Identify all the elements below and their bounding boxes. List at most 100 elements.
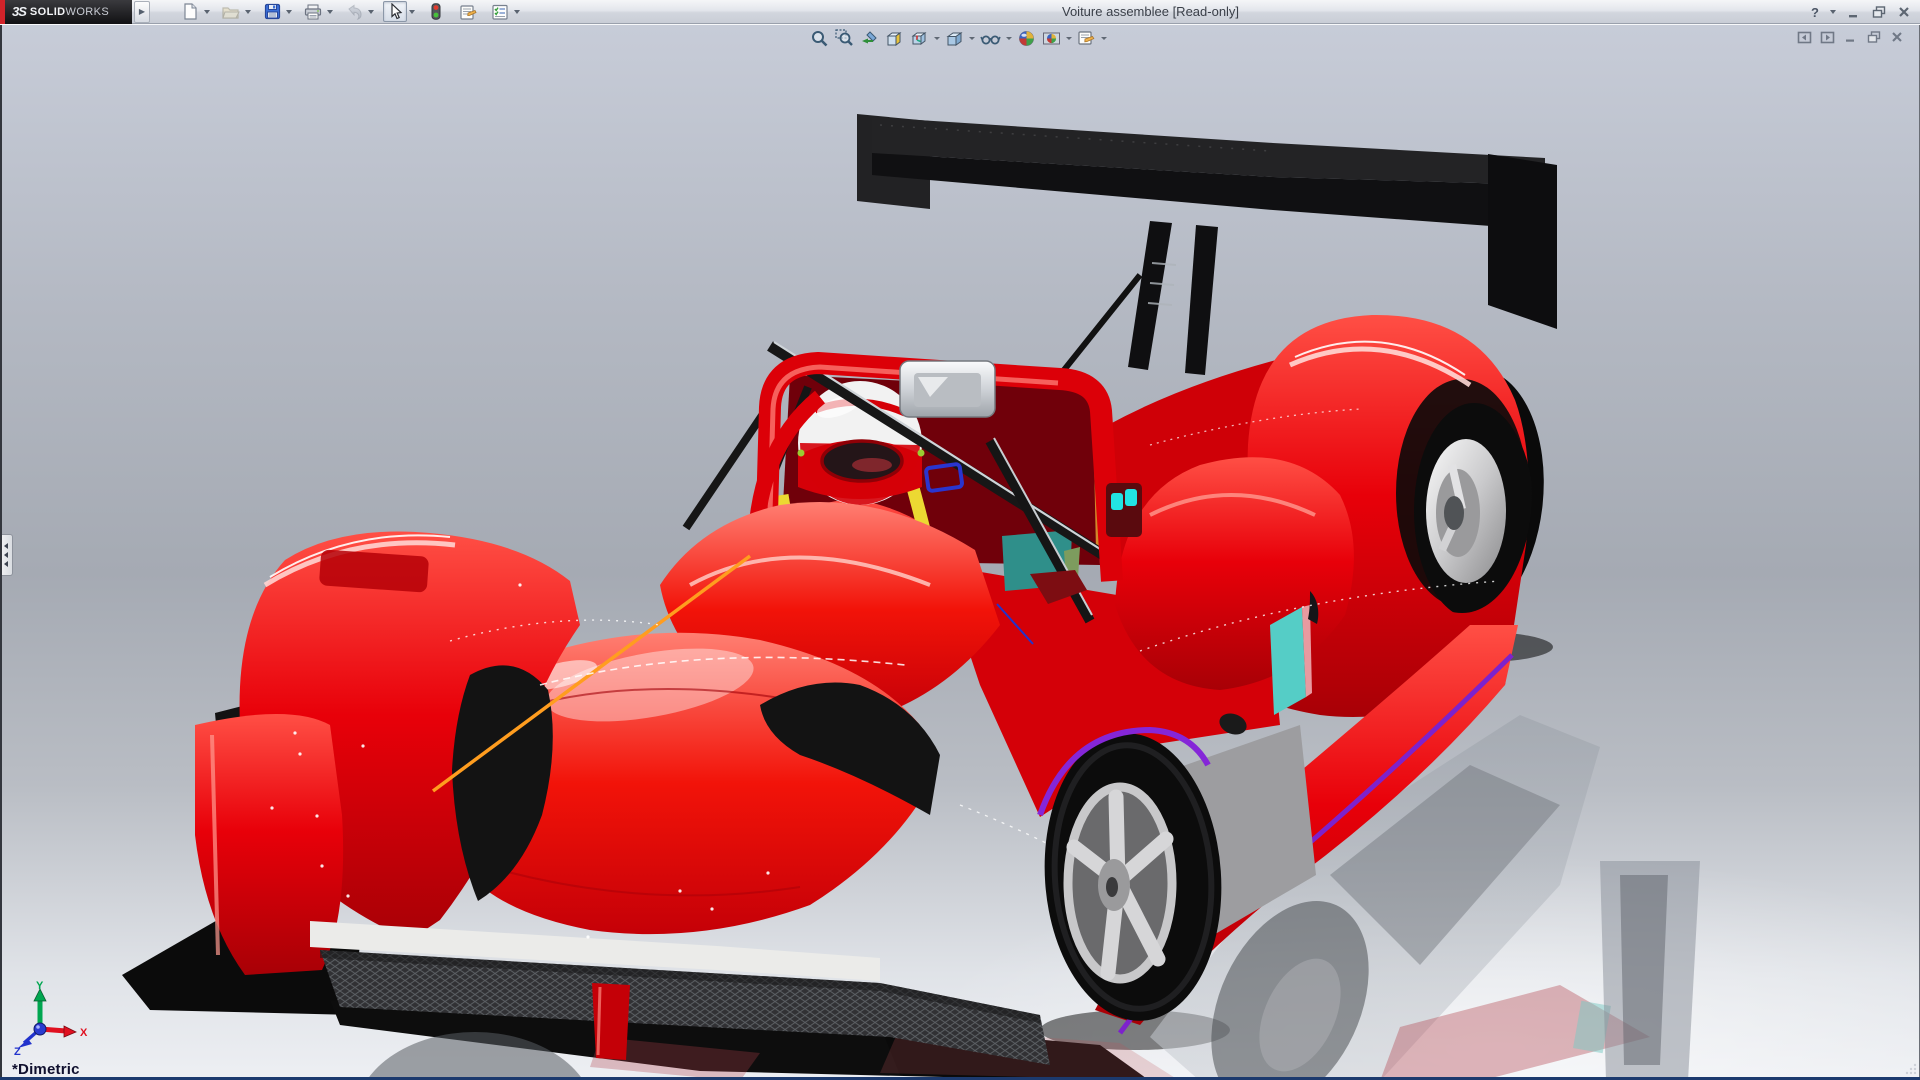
view-orientation-icon: [910, 29, 929, 48]
restore-button[interactable]: [1871, 4, 1887, 20]
restore-document-icon: [1867, 31, 1881, 43]
print-dropdown[interactable]: [325, 2, 334, 22]
new-document-icon: [182, 3, 199, 20]
eyeglasses-icon: [980, 29, 1001, 48]
file-properties-button[interactable]: [456, 1, 480, 22]
print-icon: [304, 4, 322, 20]
orientation-triad[interactable]: Z Y X: [6, 981, 96, 1057]
close-button[interactable]: [1896, 4, 1912, 20]
rebuild-traffic-light-icon: [431, 3, 441, 20]
new-document-button[interactable]: [178, 1, 202, 22]
triad-y-axis: Y: [34, 981, 46, 1029]
minimize-icon: [1848, 6, 1860, 18]
open-button[interactable]: [219, 1, 243, 22]
triad-x-axis: X: [40, 1026, 88, 1039]
zoom-to-fit-icon: [810, 29, 829, 48]
zoom-to-area-icon: [835, 29, 854, 48]
restore-document-button[interactable]: [1866, 30, 1881, 44]
help-dropdown[interactable]: [1828, 2, 1837, 22]
open-folder-icon: [222, 4, 240, 20]
minimize-document-button[interactable]: [1843, 30, 1858, 44]
undo-button[interactable]: [342, 1, 366, 22]
window-title: Voiture assemblee [Read-only]: [1062, 4, 1239, 19]
view-orientation-label: *Dimetric: [12, 1061, 80, 1078]
menu-expand-button[interactable]: ▶: [134, 1, 150, 23]
apply-scene-button[interactable]: [1040, 27, 1063, 49]
car-model-canvas[interactable]: [0, 25, 1920, 1080]
view-orientation-button[interactable]: [908, 27, 931, 49]
side-window[interactable]: [1270, 607, 1306, 715]
main-toolbar: [178, 1, 528, 22]
apply-scene-dropdown[interactable]: [1065, 37, 1073, 40]
section-view-icon: [885, 29, 904, 48]
svg-text:Z: Z: [14, 1046, 21, 1057]
collapse-arrow-icon: [4, 552, 8, 558]
collapse-arrow-icon: [4, 543, 8, 549]
triad-origin-highlight: [36, 1025, 40, 1029]
minimize-button[interactable]: [1846, 4, 1862, 20]
resize-grip[interactable]: [1903, 1063, 1917, 1075]
apply-scene-icon: [1042, 29, 1061, 48]
select-button[interactable]: [383, 1, 407, 22]
previous-view-button[interactable]: [858, 27, 881, 49]
3ds-logo-mark: 3S: [12, 4, 26, 19]
view-orientation-dropdown[interactable]: [933, 37, 941, 40]
view-settings-dropdown[interactable]: [1100, 37, 1108, 40]
print-button[interactable]: [301, 1, 325, 22]
close-document-button[interactable]: [1889, 30, 1904, 44]
restore-icon: [1872, 6, 1886, 18]
logo-name-bold: SOLID: [30, 6, 66, 18]
select-cursor-icon: [388, 3, 403, 20]
previous-pane-button[interactable]: [1797, 30, 1812, 44]
appearance-ball-icon: [1017, 29, 1036, 48]
save-dropdown[interactable]: [284, 2, 293, 22]
zoom-to-fit-button[interactable]: [808, 27, 831, 49]
close-document-icon: [1891, 31, 1903, 43]
help-button[interactable]: ?: [1811, 5, 1819, 20]
title-bar: 3S SOLIDWORKS ▶: [0, 0, 1920, 24]
design-checker-dropdown[interactable]: [512, 2, 521, 22]
display-style-dropdown[interactable]: [968, 37, 976, 40]
new-document-dropdown[interactable]: [202, 2, 211, 22]
edit-appearance-button[interactable]: [1015, 27, 1038, 49]
next-pane-icon: [1820, 31, 1835, 44]
zoom-to-area-button[interactable]: [833, 27, 856, 49]
checklist-icon: [491, 4, 509, 20]
triad-origin: [34, 1023, 46, 1035]
logo-name-light: WORKS: [66, 6, 110, 18]
note-icon: [459, 4, 477, 20]
save-icon: [264, 3, 281, 20]
viewport-border-left: [0, 25, 2, 1080]
previous-view-icon: [860, 29, 879, 48]
save-button[interactable]: [260, 1, 284, 22]
previous-pane-icon: [1797, 31, 1812, 44]
select-dropdown[interactable]: [407, 2, 416, 22]
mirror-housing: [900, 361, 995, 417]
headsup-view-toolbar: [808, 27, 1108, 49]
display-style-button[interactable]: [943, 27, 966, 49]
svg-text:X: X: [80, 1027, 88, 1039]
display-style-icon: [945, 29, 964, 48]
solidworks-logo: 3S SOLIDWORKS: [0, 0, 132, 24]
next-pane-button[interactable]: [1820, 30, 1835, 44]
document-window-controls: [1797, 30, 1904, 44]
svg-text:Y: Y: [36, 981, 44, 992]
hide-show-items-dropdown[interactable]: [1005, 37, 1013, 40]
view-settings-icon: [1077, 30, 1096, 47]
undo-icon: [345, 4, 363, 20]
solidworks-window: 3S SOLIDWORKS ▶: [0, 0, 1920, 1080]
window-controls: ?: [1811, 0, 1912, 24]
hide-show-items-button[interactable]: [978, 27, 1003, 49]
open-dropdown[interactable]: [243, 2, 252, 22]
view-settings-button[interactable]: [1075, 27, 1098, 49]
section-view-button[interactable]: [883, 27, 906, 49]
close-icon: [1898, 6, 1910, 18]
minimize-document-icon: [1845, 31, 1857, 43]
cyan-button-panel: [1106, 483, 1142, 537]
graphics-area[interactable]: Z Y X *Dimetric: [0, 24, 1920, 1080]
design-checker-button[interactable]: [488, 1, 512, 22]
headlight-inset: [319, 549, 429, 592]
undo-dropdown[interactable]: [366, 2, 375, 22]
collapse-arrow-icon: [4, 561, 8, 567]
rebuild-button[interactable]: [424, 1, 448, 22]
